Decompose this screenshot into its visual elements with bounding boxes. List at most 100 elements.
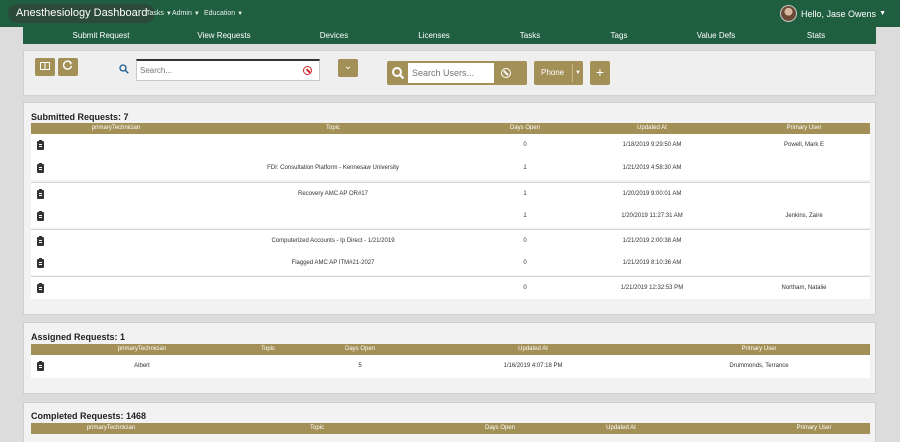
- assigned-requests-panel: Assigned Requests: 1 primaryTechnician T…: [23, 322, 876, 394]
- expand-button[interactable]: ⌄: [338, 59, 358, 77]
- column-header[interactable]: primaryTechnician: [92, 123, 140, 134]
- clipboard-icon[interactable]: [37, 211, 44, 221]
- table-row[interactable]: 0 1/18/2019 9:29:50 AM Powell, Mark E: [31, 134, 870, 157]
- column-header[interactable]: Updated At: [637, 123, 667, 134]
- column-header[interactable]: Topic: [326, 123, 340, 134]
- column-header[interactable]: Updated At: [606, 423, 636, 434]
- menu-admin-label: Admin: [172, 10, 192, 17]
- column-header[interactable]: Days Open: [510, 123, 540, 134]
- column-header[interactable]: Topic: [261, 344, 275, 355]
- table-row[interactable]: FDI: Consultation Platform - Kennesaw Un…: [31, 157, 870, 180]
- table-row[interactable]: Recovery AMC AP OR#17 1 1/20/2019 9:00:0…: [31, 182, 870, 205]
- chevron-down-icon: ▼: [193, 11, 200, 17]
- cell-primary-user: Powell, Mark E: [783, 142, 825, 148]
- cell-technician: Albert: [134, 363, 150, 369]
- cell-topic: Recovery AMC AP OR#17: [298, 191, 368, 197]
- clipboard-icon[interactable]: [37, 361, 44, 371]
- menu-admin[interactable]: Admin ▼: [172, 0, 200, 27]
- nav-stats[interactable]: Stats: [807, 27, 825, 44]
- menu-education-label: Education: [204, 10, 236, 17]
- divider: [572, 64, 573, 82]
- cell-days-open: 0: [523, 142, 527, 148]
- menu-tasks-label: Tasks: [146, 10, 164, 17]
- toolbar-panel: ⌄ Phone ▼ +: [23, 50, 876, 96]
- refresh-button[interactable]: [58, 58, 78, 76]
- user-menu[interactable]: Hello, Jase Owens ▼: [780, 4, 886, 23]
- chevron-down-icon: ▼: [575, 70, 581, 76]
- column-header[interactable]: Days Open: [485, 423, 515, 434]
- column-header[interactable]: primaryTechnician: [118, 344, 166, 355]
- clipboard-icon[interactable]: [37, 258, 44, 268]
- table-row[interactable]: Flagged AMC AP ITM#21-2027 0 1/21/2019 8…: [31, 252, 870, 275]
- column-header[interactable]: Topic: [310, 423, 324, 434]
- clear-search-icon[interactable]: [303, 66, 312, 75]
- nav-devices[interactable]: Devices: [320, 27, 348, 44]
- nav-tasks[interactable]: Tasks: [520, 27, 540, 44]
- cell-days-open: 0: [523, 260, 527, 266]
- column-header[interactable]: Primary User: [741, 344, 776, 355]
- cell-days-open: 0: [523, 238, 527, 244]
- user-greeting: Hello, Jase Owens: [801, 8, 877, 19]
- column-header[interactable]: Days Open: [345, 344, 375, 355]
- top-navbar: Anesthesiology Dashboard Tasks ▼ Admin ▼ E…: [0, 0, 900, 27]
- cell-days-open: 1: [523, 213, 527, 219]
- clipboard-icon[interactable]: [37, 189, 44, 199]
- table-header: primaryTechnician Topic Days Open Update…: [31, 123, 870, 134]
- user-search-group: [387, 61, 527, 85]
- menu-education[interactable]: Education ▼: [204, 0, 243, 27]
- add-button[interactable]: +: [590, 61, 610, 85]
- table-row[interactable]: Albert 5 1/16/2019 4:07:18 PM Drummonds,…: [31, 355, 870, 378]
- phone-dropdown[interactable]: Phone ▼: [534, 61, 583, 85]
- cell-updated-at: 1/20/2019 9:00:01 AM: [622, 191, 682, 197]
- cell-updated-at: 1/21/2019 8:10:36 AM: [622, 260, 682, 266]
- cell-days-open: 5: [358, 363, 362, 369]
- cell-updated-at: 1/20/2019 11:27:31 AM: [621, 213, 683, 219]
- user-search-input[interactable]: [408, 63, 494, 83]
- submitted-requests-panel: Submitted Requests: 7 primaryTechnician …: [23, 102, 876, 315]
- phone-label: Phone: [541, 68, 565, 77]
- table-header: primaryTechnician Topic Days Open Update…: [31, 344, 870, 355]
- cell-days-open: 1: [523, 165, 527, 171]
- cell-days-open: 0: [523, 285, 527, 291]
- cell-primary-user: Jenkins, Zaire: [785, 213, 823, 219]
- nav-view-requests[interactable]: View Requests: [197, 27, 250, 44]
- clipboard-icon[interactable]: [37, 163, 44, 173]
- search-icon[interactable]: [391, 66, 405, 80]
- menu-tasks[interactable]: Tasks ▼: [146, 0, 172, 27]
- cell-updated-at: 1/16/2019 4:07:18 PM: [503, 363, 563, 369]
- app-brand[interactable]: Anesthesiology Dashboard: [8, 4, 156, 23]
- nav-value-defs[interactable]: Value Defs: [697, 27, 736, 44]
- column-header[interactable]: Primary User: [796, 423, 831, 434]
- search-input[interactable]: [136, 59, 320, 81]
- column-header[interactable]: Primary User: [786, 123, 821, 134]
- clipboard-icon[interactable]: [37, 140, 44, 150]
- cell-updated-at: 1/21/2019 4:58:30 AM: [622, 165, 682, 171]
- section-title: Completed Requests: 1468: [31, 411, 147, 421]
- cell-primary-user: Northam, Natalie: [781, 285, 827, 291]
- columns-button[interactable]: [35, 58, 55, 76]
- cell-topic: FDI: Consultation Platform - Kennesaw Un…: [267, 165, 399, 171]
- column-header[interactable]: Updated At: [518, 344, 548, 355]
- chevron-down-icon: ▼: [879, 10, 886, 17]
- clipboard-icon[interactable]: [37, 283, 44, 293]
- columns-icon: [40, 62, 50, 70]
- cell-days-open: 1: [523, 191, 527, 197]
- clear-user-search-icon[interactable]: [501, 68, 511, 78]
- column-header[interactable]: primaryTechnician: [87, 423, 135, 434]
- avatar: [780, 5, 798, 22]
- cell-primary-user: Drummonds, Terrance: [729, 363, 789, 369]
- table-row[interactable]: 0 1/21/2019 12:32:53 PM Northam, Natalie: [31, 276, 870, 299]
- nav-licenses[interactable]: Licenses: [418, 27, 450, 44]
- cell-updated-at: 1/21/2019 12:32:53 PM: [620, 285, 684, 291]
- table-row[interactable]: Computerized Accounts - Ip Direct - 1/21…: [31, 229, 870, 252]
- search-icon: [119, 64, 129, 74]
- nav-tags[interactable]: Tags: [611, 27, 628, 44]
- table-row[interactable]: 1 1/20/2019 11:27:31 AM Jenkins, Zaire: [31, 205, 870, 228]
- table-header: primaryTechnician Topic Days Open Update…: [31, 423, 870, 434]
- clipboard-icon[interactable]: [37, 236, 44, 246]
- cell-topic: Computerized Accounts - Ip Direct - 1/21…: [271, 238, 395, 244]
- completed-requests-panel: Completed Requests: 1468 primaryTechnici…: [23, 402, 876, 442]
- nav-submit-request[interactable]: Submit Request: [73, 27, 130, 44]
- cell-updated-at: 1/18/2019 9:29:50 AM: [622, 142, 682, 148]
- chevron-down-icon: ⌄: [343, 61, 353, 72]
